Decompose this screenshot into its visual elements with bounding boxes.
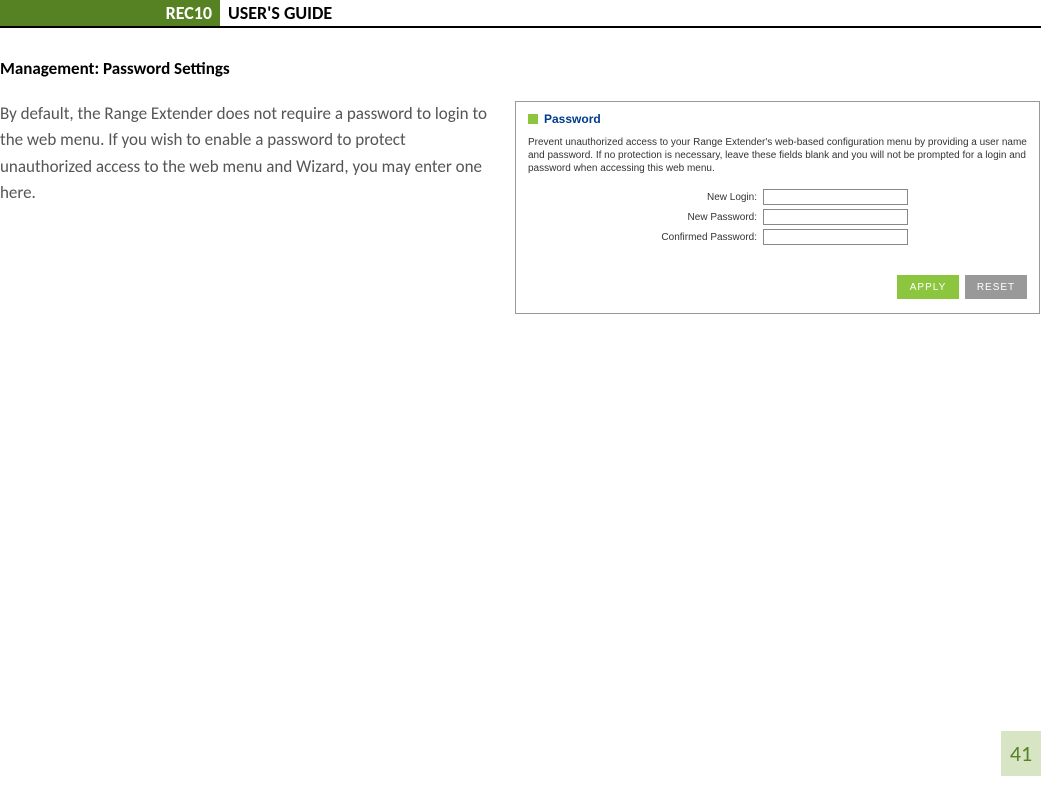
confirmed-password-input[interactable]: [763, 229, 908, 245]
confirmed-password-label: Confirmed Password:: [528, 232, 763, 243]
panel-title: Password: [544, 112, 601, 126]
page-number: 41: [1001, 731, 1041, 776]
new-password-row: New Password:: [528, 209, 1027, 225]
new-login-label: New Login:: [528, 192, 763, 203]
new-login-input[interactable]: [763, 189, 908, 205]
new-password-input[interactable]: [763, 209, 908, 225]
page-content: Management: Password Settings By default…: [0, 28, 1041, 314]
body-text: By default, the Range Extender does not …: [0, 101, 495, 314]
password-panel: Password Prevent unauthorized access to …: [515, 101, 1040, 314]
section-title: Management: Password Settings: [0, 58, 1041, 79]
apply-button[interactable]: APPLY: [897, 275, 959, 299]
panel-description: Prevent unauthorized access to your Rang…: [528, 136, 1027, 175]
square-icon: [528, 114, 538, 124]
header-title: USER'S GUIDE: [220, 0, 332, 26]
new-login-row: New Login:: [528, 189, 1027, 205]
new-password-label: New Password:: [528, 212, 763, 223]
confirmed-password-row: Confirmed Password:: [528, 229, 1027, 245]
header-product: REC10: [0, 0, 220, 26]
reset-button[interactable]: RESET: [965, 275, 1027, 299]
document-header: REC10 USER'S GUIDE: [0, 0, 1041, 28]
